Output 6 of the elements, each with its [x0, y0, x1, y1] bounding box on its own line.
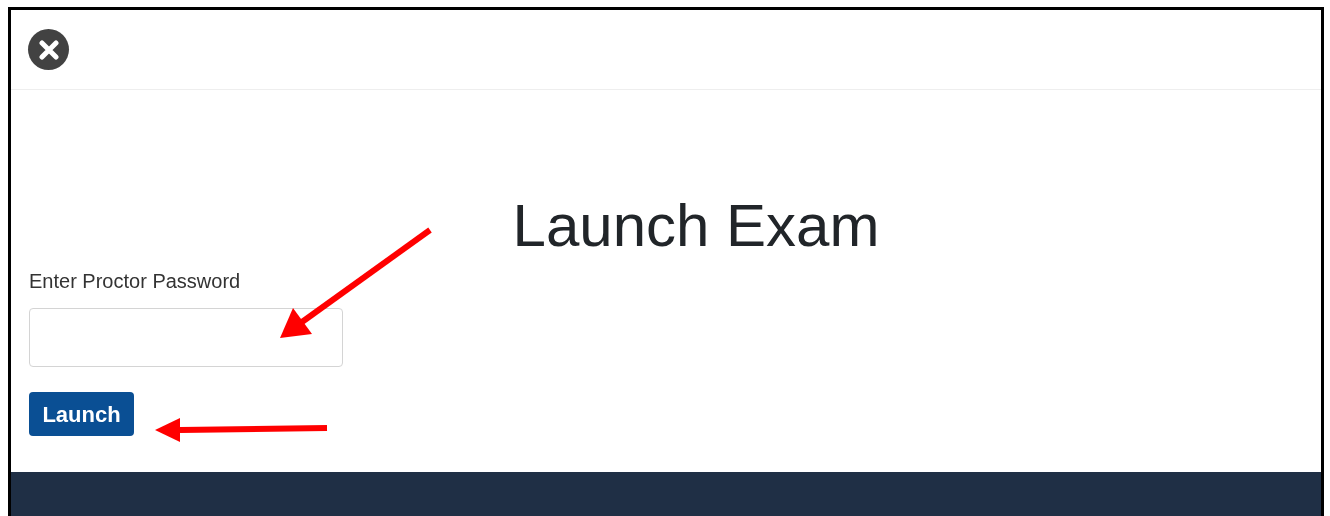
- close-icon: [38, 39, 59, 60]
- launch-button[interactable]: Launch: [29, 392, 134, 436]
- page-title: Launch Exam: [512, 191, 880, 261]
- close-button[interactable]: [28, 29, 69, 70]
- field-label: Enter Proctor Password: [29, 269, 242, 294]
- password-field[interactable]: [29, 308, 343, 367]
